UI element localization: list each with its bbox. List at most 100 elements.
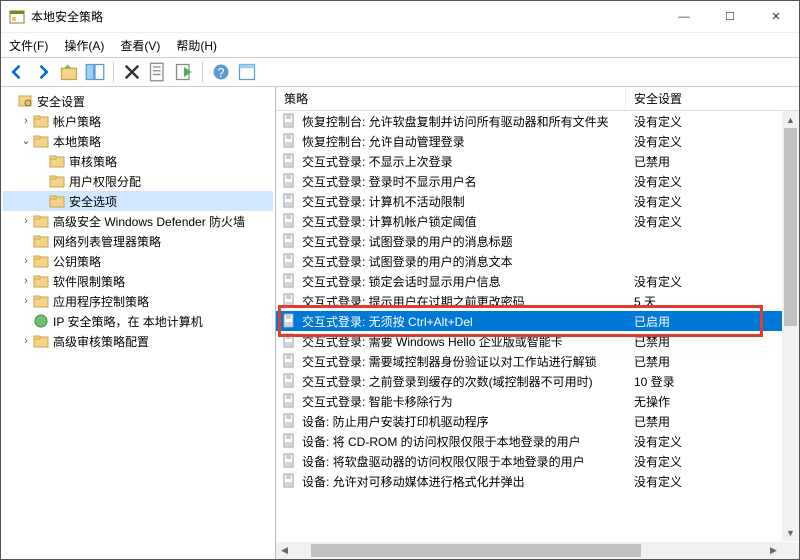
delete-button[interactable] (122, 62, 142, 82)
tree-local-policies[interactable]: ⌄ 本地策略 (3, 131, 273, 151)
policy-row[interactable]: 交互式登录: 不显示上次登录已禁用 (276, 151, 782, 171)
policy-row[interactable]: 交互式登录: 需要域控制器身份验证以对工作站进行解锁已禁用 (276, 351, 782, 371)
policy-icon (282, 253, 298, 269)
forward-button[interactable] (33, 62, 53, 82)
policy-row[interactable]: 交互式登录: 计算机不活动限制没有定义 (276, 191, 782, 211)
policy-row[interactable]: 交互式登录: 计算机帐户锁定阈值没有定义 (276, 211, 782, 231)
folder-icon (49, 173, 65, 189)
menubar: 文件(F) 操作(A) 查看(V) 帮助(H) (1, 33, 799, 57)
policy-name: 交互式登录: 试图登录的用户的消息标题 (302, 233, 513, 250)
vertical-scrollbar[interactable]: ▲ ▼ (782, 111, 799, 541)
tree-network-list[interactable]: › 网络列表管理器策略 (3, 231, 273, 251)
policy-row[interactable]: 交互式登录: 无须按 Ctrl+Alt+Del已启用 (276, 311, 782, 331)
toolbar-separator (113, 62, 114, 82)
folder-icon (33, 253, 49, 269)
policy-value: 已禁用 (626, 413, 782, 430)
policy-row[interactable]: 交互式登录: 试图登录的用户的消息标题 (276, 231, 782, 251)
expand-icon[interactable]: › (19, 276, 33, 287)
policy-value: 已禁用 (626, 153, 782, 170)
tree-public-key[interactable]: › 公钥策略 (3, 251, 273, 271)
folder-icon (33, 233, 49, 249)
policy-name: 设备: 将软盘驱动器的访问权限仅限于本地登录的用户 (302, 453, 585, 470)
policy-row[interactable]: 设备: 允许对可移动媒体进行格式化并弹出没有定义 (276, 471, 782, 491)
collapse-icon[interactable]: ⌄ (19, 136, 33, 147)
tree-label: 帐户策略 (53, 113, 101, 130)
policy-row[interactable]: 交互式登录: 智能卡移除行为无操作 (276, 391, 782, 411)
policy-name: 交互式登录: 需要 Windows Hello 企业版或智能卡 (302, 333, 563, 350)
policy-value: 没有定义 (626, 453, 782, 470)
policy-name: 交互式登录: 锁定会话时显示用户信息 (302, 273, 501, 290)
scroll-left-icon[interactable]: ◀ (276, 542, 293, 559)
scroll-down-icon[interactable]: ▼ (782, 524, 799, 541)
scroll-thumb[interactable] (784, 128, 797, 326)
folder-icon (49, 153, 65, 169)
up-button[interactable] (59, 62, 79, 82)
folder-icon (33, 133, 49, 149)
show-hide-tree-button[interactable] (85, 62, 105, 82)
policy-icon (282, 273, 298, 289)
tree-security-options[interactable]: › 安全选项 (3, 191, 273, 211)
policy-row[interactable]: 设备: 将软盘驱动器的访问权限仅限于本地登录的用户 没有定义 (276, 451, 782, 471)
policy-icon (282, 353, 298, 369)
policy-name: 交互式登录: 计算机帐户锁定阈值 (302, 213, 477, 230)
policy-row[interactable]: 交互式登录: 锁定会话时显示用户信息没有定义 (276, 271, 782, 291)
policy-value: 没有定义 (626, 113, 782, 130)
policy-row[interactable]: 恢复控制台: 允许软盘复制并访问所有驱动器和所有文件夹没有定义 (276, 111, 782, 131)
policy-value: 没有定义 (626, 173, 782, 190)
menu-action[interactable]: 操作(A) (64, 37, 104, 54)
expand-icon[interactable]: › (19, 336, 33, 347)
refresh-button[interactable] (237, 62, 257, 82)
policy-row[interactable]: 设备: 防止用户安装打印机驱动程序已禁用 (276, 411, 782, 431)
tree-pane: ▸ 安全设置 › 帐户策略 ⌄ 本地策略 › 审核策略 › (1, 87, 276, 559)
menu-file[interactable]: 文件(F) (9, 37, 48, 54)
tree-advanced-audit[interactable]: › 高级审核策略配置 (3, 331, 273, 351)
close-button[interactable]: ✕ (753, 1, 799, 33)
tree-app-control[interactable]: › 应用程序控制策略 (3, 291, 273, 311)
tree-root[interactable]: ▸ 安全设置 (3, 91, 273, 111)
list-pane: 策略 安全设置 恢复控制台: 允许软盘复制并访问所有驱动器和所有文件夹没有定义恢… (276, 87, 799, 559)
menu-help[interactable]: 帮助(H) (176, 37, 217, 54)
tree-user-rights[interactable]: › 用户权限分配 (3, 171, 273, 191)
folder-icon (33, 333, 49, 349)
policy-row[interactable]: 交互式登录: 提示用户在过期之前更改密码5 天 (276, 291, 782, 311)
expand-icon[interactable]: › (19, 296, 33, 307)
horizontal-scrollbar[interactable]: ◀ ▶ (276, 542, 782, 559)
properties-button[interactable] (148, 62, 168, 82)
toolbar-separator-2 (202, 62, 203, 82)
tree-audit-policy[interactable]: › 审核策略 (3, 151, 273, 171)
column-policy[interactable]: 策略 (276, 87, 626, 110)
policy-icon (282, 293, 298, 309)
help-button[interactable]: ? (211, 62, 231, 82)
policy-icon (282, 373, 298, 389)
policy-value: 没有定义 (626, 433, 782, 450)
export-button[interactable] (174, 62, 194, 82)
tree-label: 公钥策略 (53, 253, 101, 270)
tree-software-restriction[interactable]: › 软件限制策略 (3, 271, 273, 291)
folder-icon (33, 273, 49, 289)
minimize-button[interactable]: — (661, 1, 707, 33)
policy-row[interactable]: 交互式登录: 试图登录的用户的消息文本 (276, 251, 782, 271)
scroll-thumb-h[interactable] (311, 544, 641, 557)
tree-ipsec[interactable]: › IP 安全策略，在 本地计算机 (3, 311, 273, 331)
menu-view[interactable]: 查看(V) (120, 37, 160, 54)
scroll-right-icon[interactable]: ▶ (765, 542, 782, 559)
tree-defender-firewall[interactable]: › 高级安全 Windows Defender 防火墙 (3, 211, 273, 231)
tree-label: 网络列表管理器策略 (53, 233, 161, 250)
policy-row[interactable]: 交互式登录: 之前登录到缓存的次数(域控制器不可用时)10 登录 (276, 371, 782, 391)
expand-icon[interactable]: › (19, 256, 33, 267)
back-button[interactable] (7, 62, 27, 82)
policy-row[interactable]: 设备: 将 CD-ROM 的访问权限仅限于本地登录的用户没有定义 (276, 431, 782, 451)
folder-icon (33, 213, 49, 229)
policy-row[interactable]: 交互式登录: 需要 Windows Hello 企业版或智能卡已禁用 (276, 331, 782, 351)
column-setting[interactable]: 安全设置 (626, 87, 799, 110)
titlebar: 本地安全策略 — ☐ ✕ (1, 1, 799, 33)
policy-row[interactable]: 交互式登录: 登录时不显示用户名没有定义 (276, 171, 782, 191)
policy-row[interactable]: 恢复控制台: 允许自动管理登录没有定义 (276, 131, 782, 151)
expand-icon[interactable]: › (19, 116, 33, 127)
policy-icon (282, 233, 298, 249)
expand-icon[interactable]: › (19, 216, 33, 227)
tree-account-policies[interactable]: › 帐户策略 (3, 111, 273, 131)
tree-label: 高级审核策略配置 (53, 333, 149, 350)
scroll-up-icon[interactable]: ▲ (782, 111, 799, 128)
maximize-button[interactable]: ☐ (707, 1, 753, 33)
